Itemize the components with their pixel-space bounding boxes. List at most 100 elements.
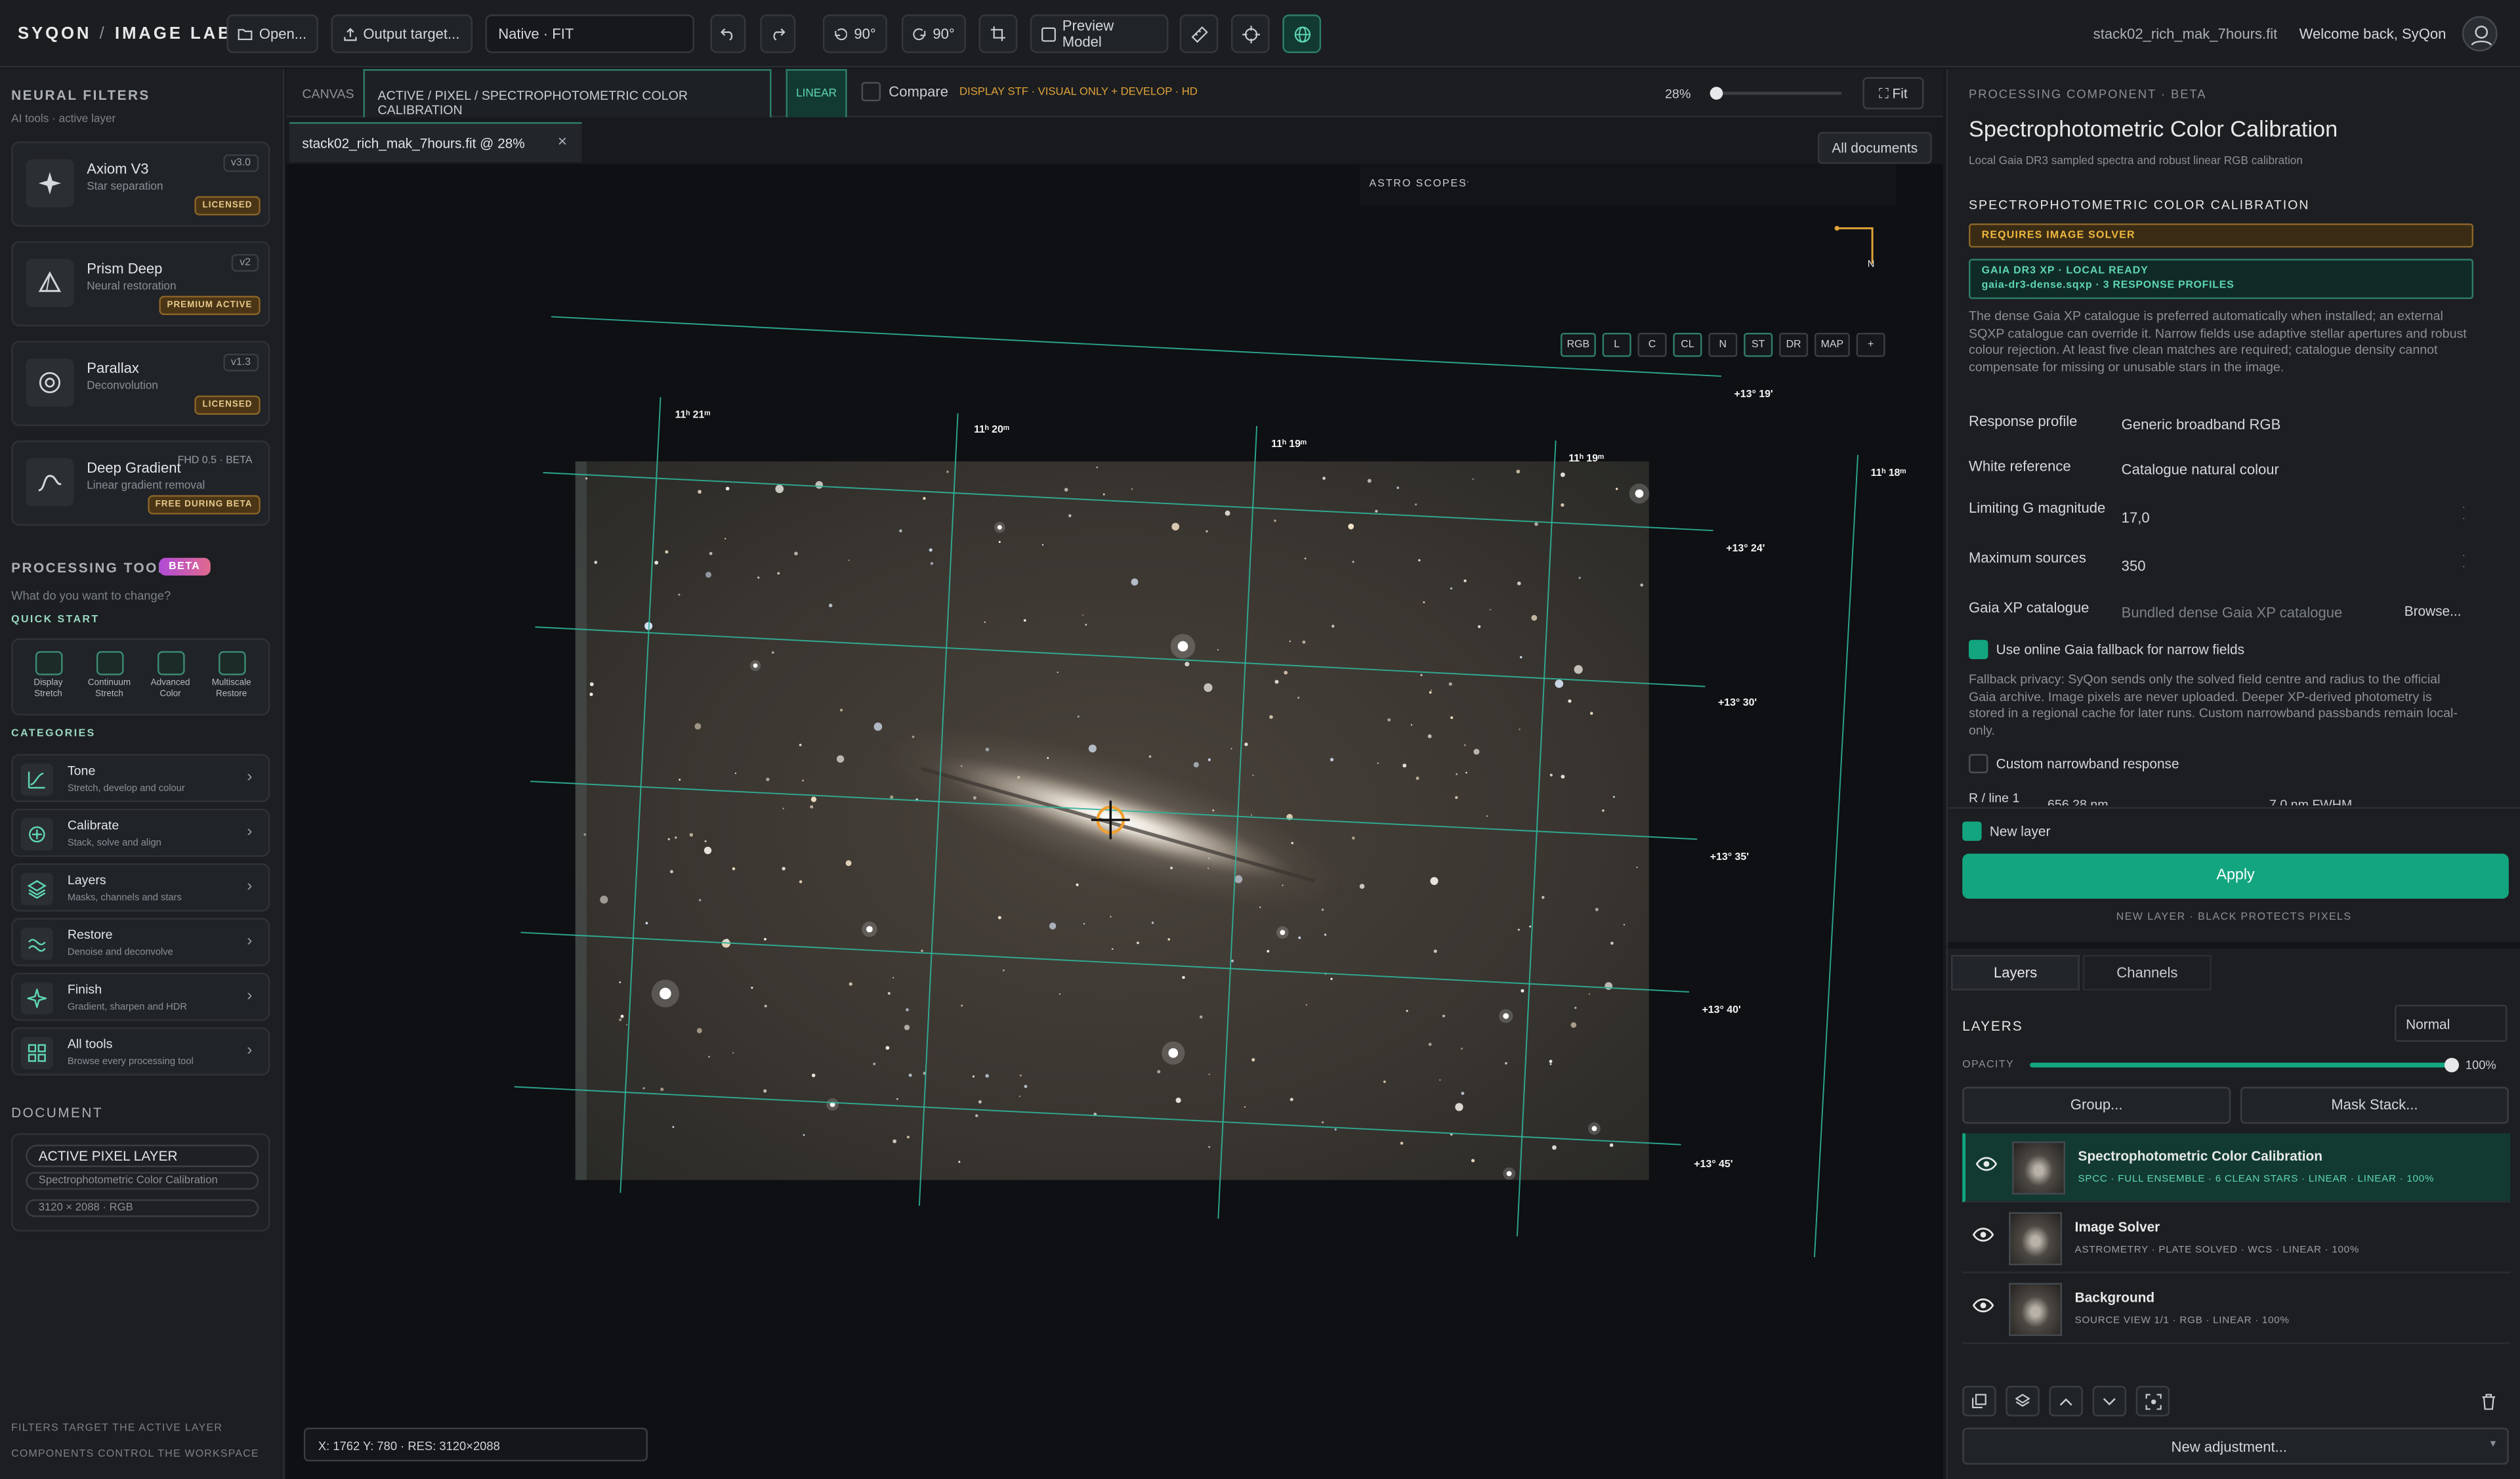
compare-checkbox[interactable] bbox=[861, 81, 881, 102]
layer-row-background[interactable]: Background SOURCE VIEW 1/1 · RGB · LINEA… bbox=[1962, 1275, 2511, 1344]
rotate-ccw-button[interactable]: 90° bbox=[822, 14, 887, 53]
category-layers[interactable]: Layers Masks, channels and stars › bbox=[11, 863, 270, 912]
star bbox=[1578, 576, 1581, 579]
astro-scope-button-map[interactable]: MAP bbox=[1814, 332, 1850, 357]
browse-button[interactable]: Browse... bbox=[2404, 603, 2462, 618]
opacity-slider[interactable] bbox=[2030, 1058, 2458, 1073]
visibility-eye-icon[interactable] bbox=[1972, 1297, 1994, 1316]
delete-layer-button[interactable] bbox=[2472, 1386, 2506, 1417]
linear-badge[interactable]: LINEAR bbox=[786, 69, 847, 118]
astro-scope-button-rgb[interactable]: RGB bbox=[1560, 332, 1596, 357]
bright-star bbox=[660, 987, 671, 1000]
undo-button[interactable] bbox=[710, 14, 746, 53]
star bbox=[1442, 1014, 1445, 1018]
category-tone[interactable]: Tone Stretch, develop and colour › bbox=[11, 754, 270, 803]
focus-layer-button[interactable] bbox=[2135, 1386, 2170, 1417]
opacity-slider-knob[interactable] bbox=[2443, 1058, 2458, 1073]
visibility-eye-icon[interactable] bbox=[1972, 1227, 1994, 1246]
display-note: DISPLAY STF · VISUAL ONLY + DEVELOP · HD bbox=[959, 87, 1198, 98]
move-layer-down-button[interactable] bbox=[2092, 1386, 2127, 1417]
star bbox=[1555, 679, 1564, 688]
astro-scope-button-cl[interactable]: CL bbox=[1673, 332, 1702, 357]
white-reference-select[interactable]: Catalogue natural colour bbox=[2122, 461, 2279, 477]
star bbox=[699, 899, 702, 901]
filter-card-parallax[interactable]: Parallax Deconvolution v1.3 LICENSED bbox=[11, 341, 270, 426]
new-adjustment-select[interactable]: New adjustment... ▾ bbox=[1962, 1427, 2509, 1465]
star bbox=[811, 1073, 816, 1077]
redo-button[interactable] bbox=[760, 14, 796, 53]
quick-display-stretch[interactable]: Display Stretch bbox=[19, 646, 77, 699]
star bbox=[908, 1073, 912, 1077]
category-all-tools[interactable]: All tools Browse every processing tool › bbox=[11, 1027, 270, 1076]
astro-scopes-more[interactable]: ·· bbox=[1463, 177, 1470, 188]
star bbox=[1471, 1159, 1475, 1163]
zoom-slider-knob[interactable] bbox=[1710, 87, 1723, 100]
merge-layer-button[interactable] bbox=[2006, 1386, 2040, 1417]
image-viewport[interactable]: 11ʰ 21ᵐ 11ʰ 20ᵐ 11ʰ 19ᵐ 11ʰ 19ᵐ 11ʰ 18ᵐ +13° … bbox=[285, 163, 1943, 1479]
preview-model-button[interactable]: Preview Model bbox=[1030, 14, 1169, 53]
astrometry-grid-toggle[interactable] bbox=[1282, 14, 1322, 53]
response-profile-select[interactable]: Generic broadband RGB bbox=[2122, 416, 2281, 432]
filter-card-axiom[interactable]: Axiom V3 Star separation v3.0 LICENSED bbox=[11, 141, 270, 227]
visibility-eye-icon[interactable] bbox=[1975, 1156, 1998, 1175]
crop-button[interactable] bbox=[978, 14, 1018, 53]
r-line-center-input[interactable]: 656.28 nm bbox=[2048, 798, 2109, 805]
crosshair-tool-button[interactable] bbox=[1230, 14, 1270, 53]
layer-row-image-solver[interactable]: Image Solver ASTROMETRY · PLATE SOLVED ·… bbox=[1962, 1204, 2511, 1274]
fit-button[interactable]: ⛶ Fit bbox=[1862, 77, 1924, 110]
all-documents-button[interactable]: All documents bbox=[1817, 131, 1932, 164]
close-icon[interactable]: × bbox=[558, 133, 567, 151]
crosshair-icon bbox=[20, 818, 53, 851]
filter-card-deep-gradient[interactable]: Deep Gradient Linear gradient removal FH… bbox=[11, 440, 270, 526]
layer-row-spcc[interactable]: Spectrophotometric Color Calibration SPC… bbox=[1962, 1133, 2511, 1203]
blend-mode-select[interactable]: Normal bbox=[2395, 1004, 2508, 1042]
star bbox=[1348, 523, 1354, 530]
maximum-sources-input[interactable]: 350 bbox=[2122, 558, 2146, 574]
r-line-fwhm-input[interactable]: 7.0 nm FWHM bbox=[2269, 798, 2352, 805]
online-fallback-checkbox[interactable] bbox=[1969, 639, 1988, 660]
category-restore[interactable]: Restore Denoise and deconvolve › bbox=[11, 918, 270, 966]
zoom-slider[interactable] bbox=[1710, 87, 1842, 100]
quick-multiscale-restore[interactable]: Multiscale Restore bbox=[203, 646, 261, 699]
duplicate-layer-button[interactable] bbox=[1962, 1386, 1996, 1417]
filter-card-prism[interactable]: Prism Deep Neural restoration v2 PREMIUM… bbox=[11, 241, 270, 327]
image-canvas[interactable]: 11ʰ 21ᵐ 11ʰ 20ᵐ 11ʰ 19ᵐ 11ʰ 19ᵐ 11ʰ 18ᵐ +13° … bbox=[286, 164, 1943, 1479]
new-layer-checkbox[interactable] bbox=[1962, 821, 1982, 841]
document-tab[interactable]: stack02_rich_mak_7hours.fit @ 28% × bbox=[289, 122, 582, 163]
group-button[interactable]: Group... bbox=[1962, 1086, 2231, 1124]
limiting-magnitude-label: Limiting G magnitude bbox=[1969, 500, 2106, 517]
measure-button[interactable] bbox=[1179, 14, 1219, 53]
open-button[interactable]: Open... bbox=[226, 14, 318, 53]
sources-stepper[interactable]: · · bbox=[2462, 551, 2466, 574]
avatar[interactable] bbox=[2462, 16, 2498, 52]
output-target-button[interactable]: Output target... bbox=[331, 14, 473, 53]
mask-stack-button[interactable]: Mask Stack... bbox=[2240, 1086, 2509, 1124]
apply-button[interactable]: Apply bbox=[1962, 853, 2509, 899]
category-finish[interactable]: Finish Gradient, sharpen and HDR › bbox=[11, 972, 270, 1021]
astro-scope-button-st[interactable]: ST bbox=[1744, 332, 1773, 357]
star bbox=[912, 735, 915, 739]
custom-narrowband-checkbox[interactable] bbox=[1969, 754, 1988, 773]
quick-continuum-stretch[interactable]: Continuum Stretch bbox=[80, 646, 138, 699]
move-layer-up-button[interactable] bbox=[2049, 1386, 2083, 1417]
tab-channels[interactable]: Channels bbox=[2082, 954, 2212, 991]
compass-icon: N bbox=[1834, 226, 1874, 270]
star bbox=[1267, 950, 1270, 953]
canvas-breadcrumb-tab[interactable]: ACTIVE / PIXEL / SPECTROPHOTOMETRIC COLO… bbox=[363, 69, 772, 118]
bright-star bbox=[1591, 1126, 1597, 1132]
astro-scope-button-add[interactable]: + bbox=[1856, 332, 1885, 357]
tab-layers[interactable]: Layers bbox=[1951, 954, 2080, 991]
astro-scope-button-c[interactable]: C bbox=[1637, 332, 1667, 357]
format-select[interactable]: Native · FIT bbox=[485, 14, 694, 53]
rotate-cw-button[interactable]: 90° bbox=[901, 14, 966, 53]
star bbox=[1131, 578, 1139, 586]
dec-label: +13° 35' bbox=[1710, 851, 1749, 863]
magnitude-stepper[interactable]: · · bbox=[2462, 504, 2466, 526]
astro-scope-button-n[interactable]: N bbox=[1708, 332, 1738, 357]
panel-splitter[interactable] bbox=[1948, 942, 2520, 949]
limiting-magnitude-input[interactable]: 17,0 bbox=[2122, 509, 2150, 525]
quick-advanced-color[interactable]: Advanced Color bbox=[142, 646, 200, 699]
astro-scope-button-l[interactable]: L bbox=[1602, 332, 1631, 357]
astro-scope-button-dr[interactable]: DR bbox=[1779, 332, 1809, 357]
category-calibrate[interactable]: Calibrate Stack, solve and align › bbox=[11, 808, 270, 857]
